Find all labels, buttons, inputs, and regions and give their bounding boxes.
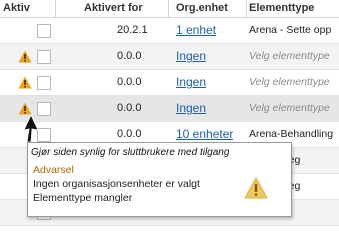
table-row[interactable]: 0.0.0 Ingen Velg elementtype — [0, 44, 339, 70]
version-cell: 0.0.0 — [117, 76, 142, 88]
table-row[interactable]: 20.2.1 1 enhet Arena - Sette opp — [0, 18, 339, 44]
element-type-cell[interactable]: Velg elementtype — [249, 44, 339, 69]
org-unit-link[interactable]: Ingen — [176, 70, 206, 95]
tooltip-message-type: Elementtype mangler — [33, 192, 133, 204]
version-cell: 0.0.0 — [117, 102, 142, 114]
version-cell: 20.2.1 — [117, 24, 148, 36]
table-row[interactable]: 0.0.0 Ingen Velg elementtype — [0, 96, 339, 122]
column-divider — [246, 0, 247, 17]
version-cell: 0.0.0 — [117, 50, 142, 62]
column-header-active[interactable]: Aktiv — [3, 2, 30, 14]
tooltip-title: Advarsel — [33, 164, 74, 176]
org-unit-link[interactable]: Ingen — [176, 44, 206, 69]
column-header-element-type[interactable]: Elementtype — [249, 2, 314, 14]
column-header-org-unit[interactable]: Org.enhet — [176, 2, 228, 14]
warning-icon[interactable] — [18, 76, 32, 89]
column-divider — [168, 0, 169, 17]
tooltip-heading: Gjør siden synlig for sluttbrukere med t… — [31, 147, 230, 158]
active-checkbox[interactable] — [37, 50, 51, 64]
tooltip-message-org: Ingen organisasjonsenheter er valgt — [33, 178, 200, 190]
mouse-cursor — [23, 114, 39, 143]
element-type-cell[interactable]: Arena - Sette opp — [249, 18, 339, 43]
element-type-cell[interactable]: Velg elementtype — [249, 70, 339, 95]
org-unit-link[interactable]: 1 enhet — [176, 18, 216, 43]
table-row[interactable]: 0.0.0 Ingen Velg elementtype — [0, 70, 339, 96]
element-type-cell[interactable]: Velg elementtype — [249, 96, 339, 121]
warning-icon[interactable] — [18, 50, 32, 63]
grid-header: Aktiv Aktivert for Org.enhet Elementtype — [0, 0, 339, 18]
column-divider — [55, 0, 56, 17]
warning-tooltip: Gjør siden synlig for sluttbrukere med t… — [27, 142, 292, 217]
warning-icon — [244, 177, 268, 199]
active-checkbox[interactable] — [37, 24, 51, 38]
column-header-activated-for[interactable]: Aktivert for — [84, 2, 143, 14]
active-checkbox[interactable] — [37, 76, 51, 90]
org-unit-link[interactable]: Ingen — [176, 96, 206, 121]
